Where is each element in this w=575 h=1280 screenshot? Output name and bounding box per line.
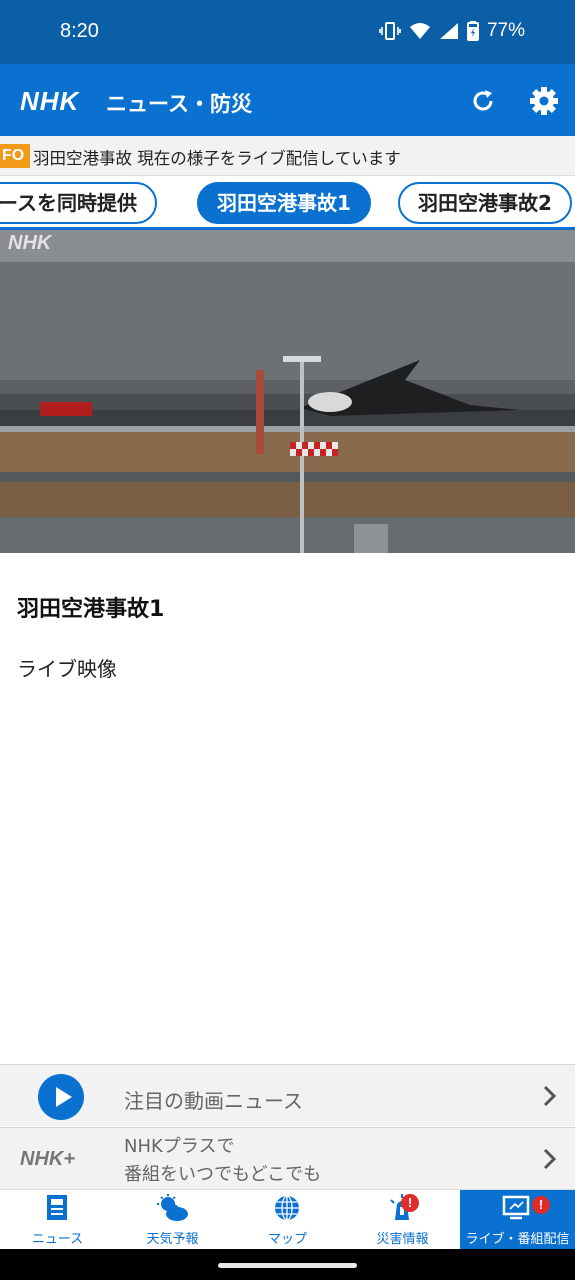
nhk-plus-text: NHKプラスで 番組をいつでもどこでも (124, 1133, 321, 1189)
status-icons: 77% (379, 20, 525, 42)
nav-news[interactable]: ニュース (0, 1190, 115, 1250)
nav-disaster-label: 災害情報 (376, 1232, 429, 1247)
nav-disaster[interactable]: ! 災害情報 (345, 1190, 460, 1250)
refresh-icon[interactable] (468, 86, 498, 116)
system-gesture-bar (0, 1249, 575, 1280)
nhk-logo: NHK (20, 86, 80, 116)
disaster-badge: ! (401, 1194, 419, 1212)
video-news-label: 注目の動画ニュース (124, 1089, 303, 1113)
channel-tabs: ースを同時提供 羽田空港事故1 羽田空港事故2 (0, 176, 575, 230)
ticker-tag: FO (0, 144, 31, 168)
bottom-navigation: ニュース 天気予報 マップ ! 災害情報 ! ライブ・番組配信 (0, 1189, 575, 1250)
stream-title: 羽田空港事故1 (17, 597, 165, 622)
app-bar: NHK ニュース・防災 (0, 64, 575, 136)
ticker-text: 羽田空港事故 現在の様子をライブ配信しています (33, 149, 401, 168)
live-tv-icon (502, 1194, 532, 1222)
nhk-plus-logo: NHK+ (20, 1148, 76, 1170)
video-frame (0, 230, 575, 553)
home-gesture-handle[interactable] (218, 1263, 357, 1268)
live-video-player[interactable]: NHK (0, 230, 575, 553)
globe-icon (272, 1194, 302, 1222)
weather-icon (157, 1194, 188, 1222)
stream-description: ライブ映像 (17, 657, 117, 681)
play-icon (38, 1074, 84, 1120)
battery-icon (466, 21, 479, 41)
nav-live[interactable]: ! ライブ・番組配信 (460, 1190, 575, 1250)
vibrate-icon (379, 21, 401, 41)
status-bar: 8:20 77% (0, 0, 575, 64)
tab-simulcast[interactable]: ースを同時提供 (0, 182, 157, 224)
nhk-watermark: NHK (8, 232, 52, 254)
tab-haneda-1[interactable]: 羽田空港事故1 (197, 182, 371, 224)
nhk-plus-row[interactable]: NHK+ NHKプラスで 番組をいつでもどこでも (0, 1127, 575, 1189)
nav-news-label: ニュース (31, 1232, 84, 1247)
nav-weather[interactable]: 天気予報 (115, 1190, 230, 1250)
settings-icon[interactable] (528, 85, 560, 117)
wifi-icon (409, 22, 431, 40)
nhk-plus-line2: 番組をいつでもどこでも (124, 1164, 322, 1185)
battery-percent: 77% (486, 20, 525, 41)
signal-icon (439, 22, 459, 40)
news-icon (42, 1194, 72, 1222)
nav-live-label: ライブ・番組配信 (465, 1232, 570, 1247)
nav-map[interactable]: マップ (230, 1190, 345, 1250)
live-badge: ! (532, 1196, 550, 1214)
nav-map-label: マップ (267, 1232, 307, 1247)
video-news-row[interactable]: 注目の動画ニュース (0, 1064, 575, 1126)
nhk-plus-line1: NHKプラスで (124, 1136, 235, 1157)
nav-weather-label: 天気予報 (146, 1232, 199, 1247)
chevron-right-icon (543, 1148, 557, 1170)
info-ticker[interactable]: FO 羽田空港事故 現在の様子をライブ配信しています (0, 136, 575, 176)
app-title: ニュース・防災 (106, 92, 252, 116)
status-time: 8:20 (60, 20, 99, 42)
tab-haneda-2[interactable]: 羽田空港事故2 (398, 182, 572, 224)
chevron-right-icon (543, 1085, 557, 1107)
